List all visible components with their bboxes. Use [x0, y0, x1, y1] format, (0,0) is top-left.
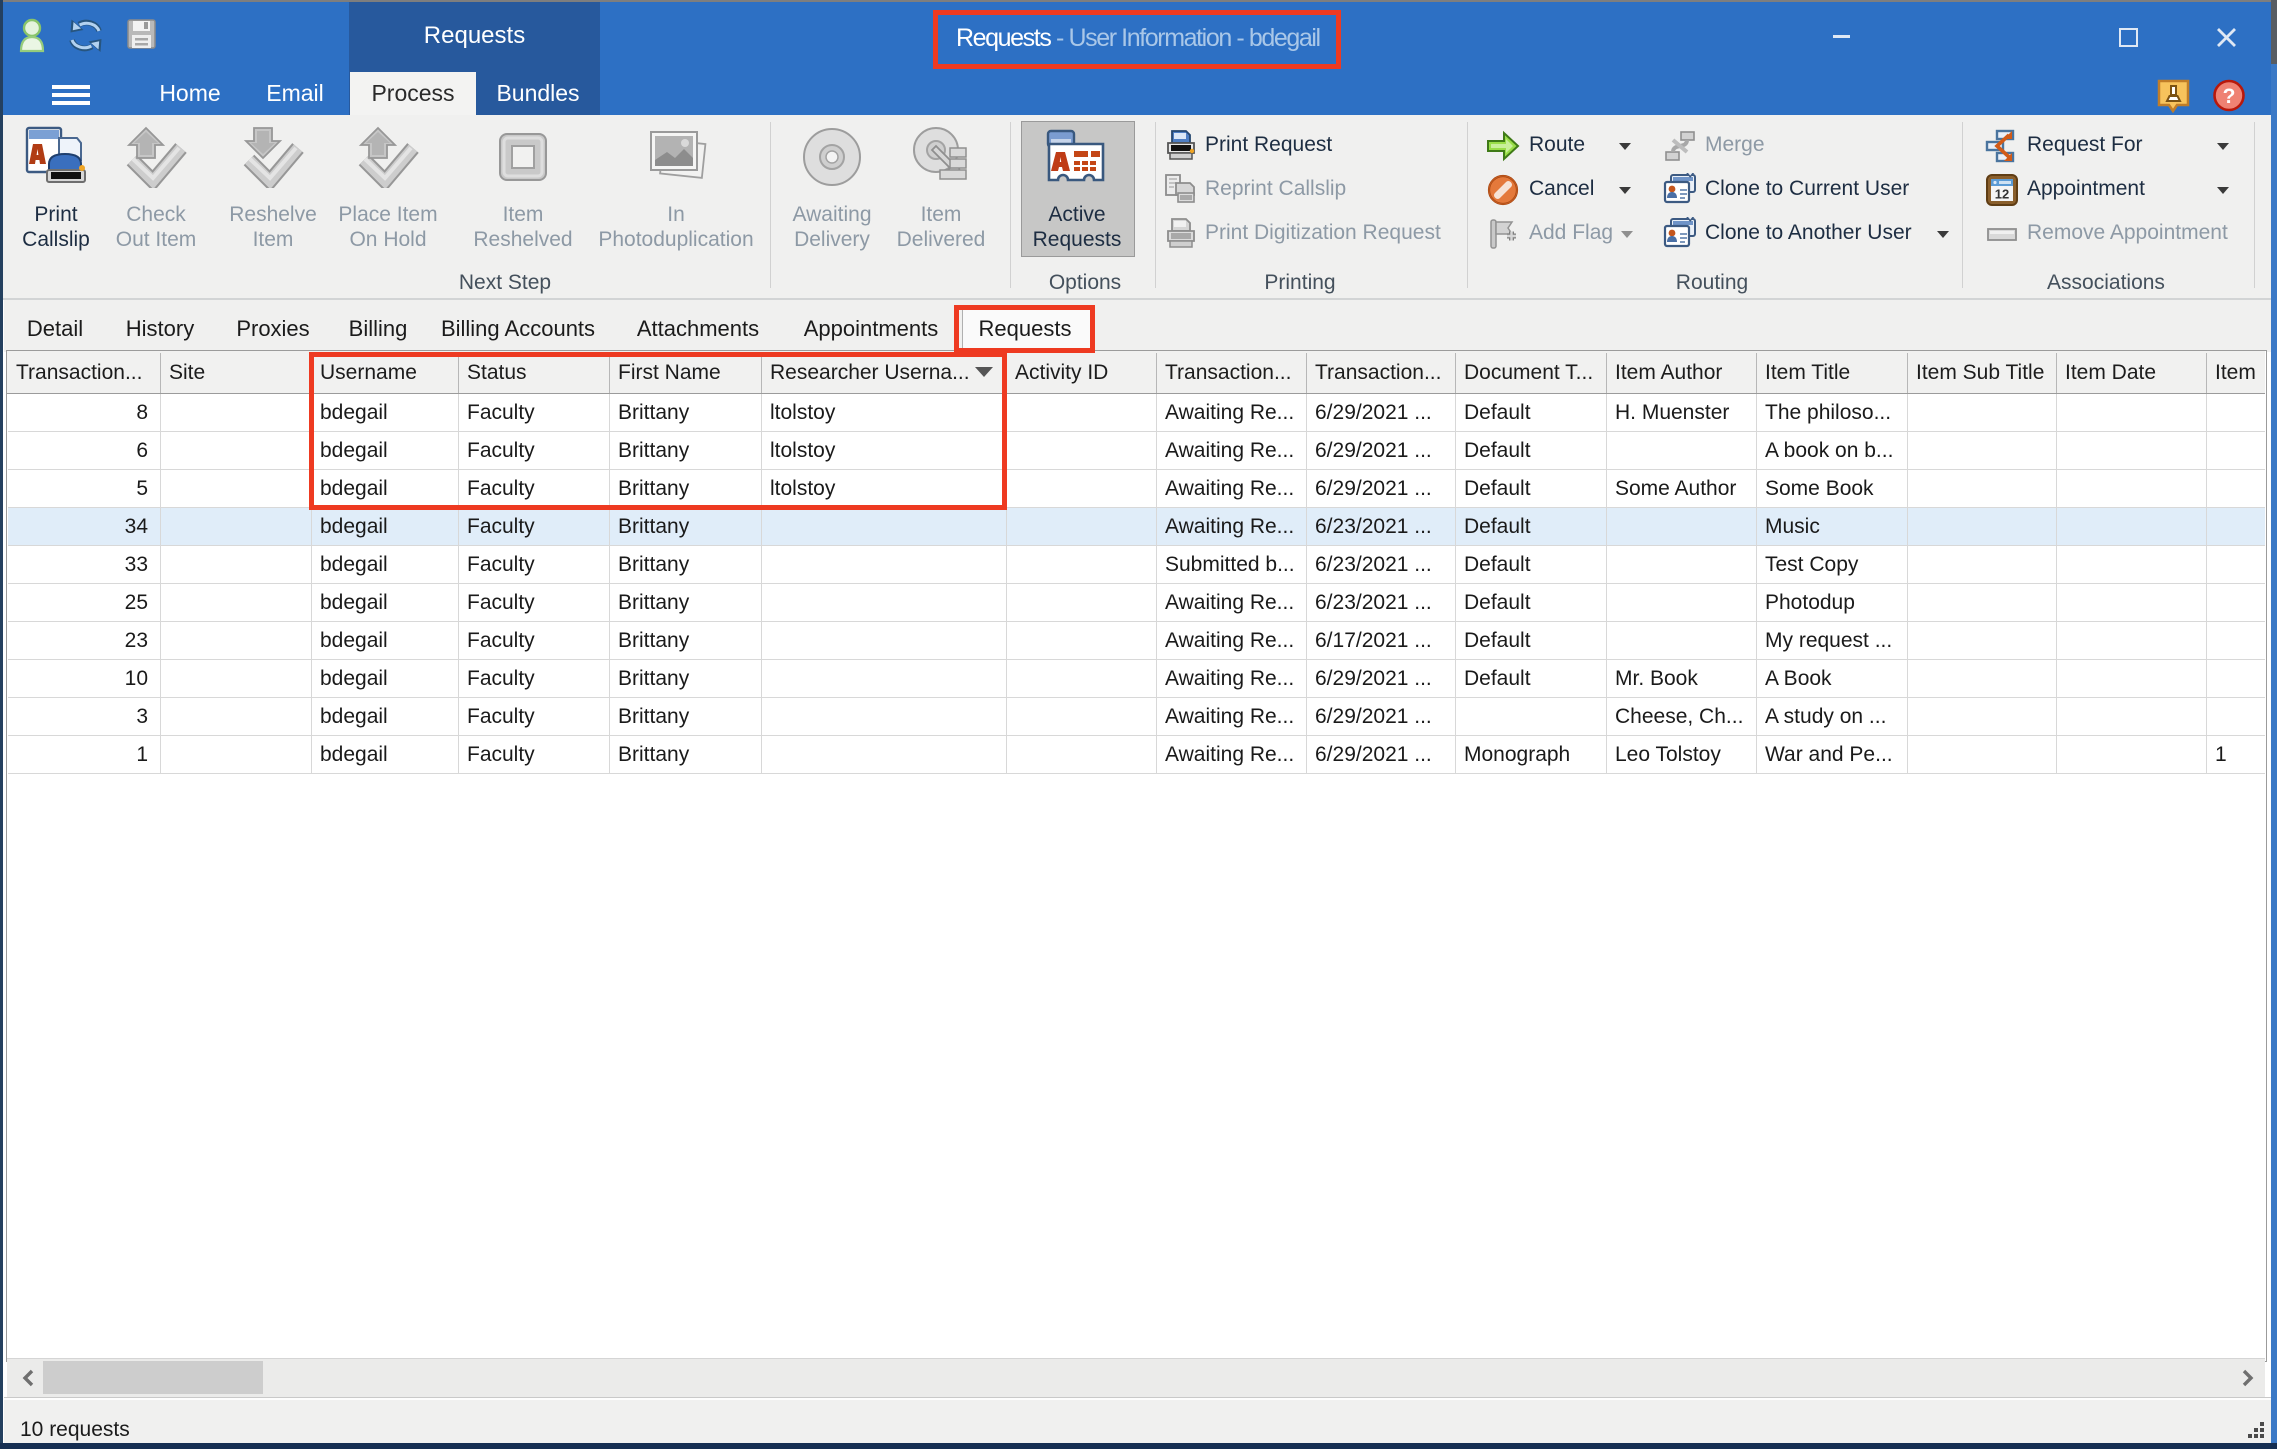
svg-text:?: ? — [2223, 85, 2236, 108]
svg-text:12: 12 — [1995, 187, 2009, 202]
